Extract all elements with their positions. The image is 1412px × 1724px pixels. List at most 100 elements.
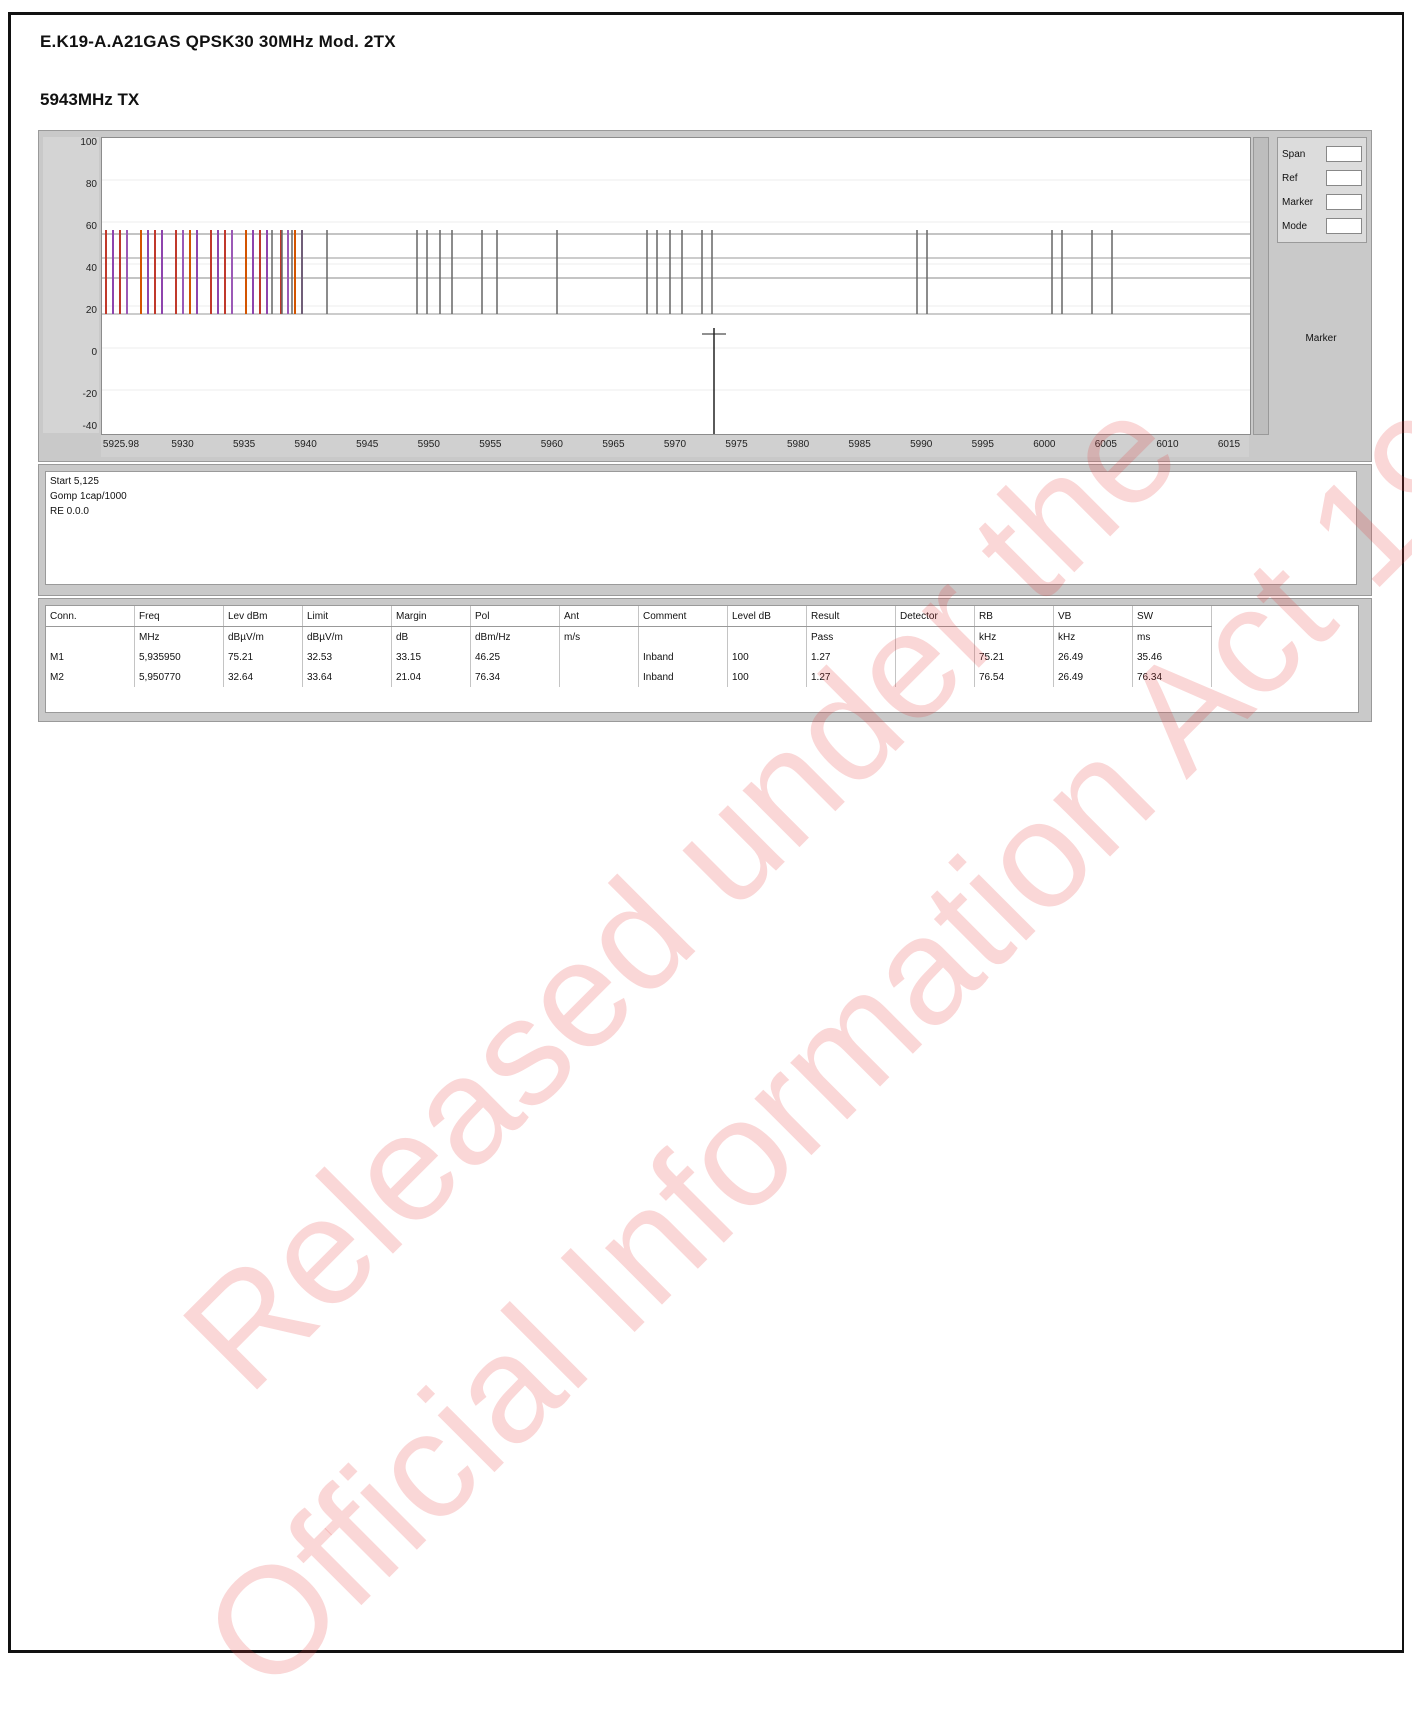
table-cell: 26.49 [1053, 667, 1133, 687]
info-panel: Start 5,125 Gomp 1cap/1000 RE 0.0.0 [38, 464, 1372, 596]
control-row: Span [1282, 144, 1362, 164]
table-cell: Inband [638, 667, 728, 687]
table-cell: 75.21 [974, 647, 1054, 667]
x-tick: 6010 [1156, 439, 1179, 450]
table-cell: M2 [46, 667, 135, 687]
control-label: Span [1282, 148, 1306, 160]
y-tick: 80 [85, 179, 97, 190]
y-tick: -20 [82, 389, 97, 400]
x-tick: 5925.98 [102, 439, 140, 450]
measurement-table: Conn. Freq Lev dBm Limit Margin Pol Ant Comment… [46, 606, 1212, 687]
control-label: Mode [1282, 220, 1308, 232]
table-cell: 33.64 [302, 667, 392, 687]
table-cell: 100 [727, 647, 807, 667]
table-cell: 1.27 [806, 647, 896, 667]
spectrum-plot[interactable] [101, 137, 1251, 435]
x-tick: 6000 [1033, 439, 1056, 450]
table-cell: VB [1053, 606, 1133, 627]
table-cell: SW [1132, 606, 1212, 627]
table-cell [895, 626, 975, 647]
table-cell: ms [1132, 626, 1212, 647]
table-cell: MHz [134, 626, 224, 647]
table-cell: 32.53 [302, 647, 392, 667]
info-line: Gomp 1cap/1000 [50, 491, 127, 502]
plot-scrollbar[interactable] [1253, 137, 1269, 435]
info-text-box[interactable]: Start 5,125 Gomp 1cap/1000 RE 0.0.0 [45, 471, 1357, 585]
table-cell: dBµV/m [223, 626, 303, 647]
x-tick: 5975 [725, 439, 748, 450]
y-tick: -40 [82, 421, 97, 432]
x-tick: 5995 [971, 439, 994, 450]
table-row: M1 5,935950 75.21 32.53 33.15 46.25 Inband 100 1… [46, 647, 1212, 667]
x-tick: 5940 [294, 439, 317, 450]
table-cell: Freq [134, 606, 224, 627]
control-field[interactable] [1326, 218, 1362, 234]
table-cell: Detector [895, 606, 975, 627]
x-tick: 6005 [1094, 439, 1117, 450]
table-cell: 35.46 [1132, 647, 1212, 667]
control-field[interactable] [1326, 170, 1362, 186]
table-cell: kHz [1053, 626, 1133, 647]
table-cell: 75.21 [223, 647, 303, 667]
table-cell: 76.54 [974, 667, 1054, 687]
x-tick: 5930 [171, 439, 194, 450]
table-cell [895, 667, 975, 687]
table-cell: Margin [391, 606, 471, 627]
control-row: Marker [1282, 192, 1362, 212]
table-cell: Ant [559, 606, 639, 627]
table-cell: 76.34 [470, 667, 560, 687]
x-tick: 5985 [848, 439, 871, 450]
table-cell [727, 626, 807, 647]
table-cell: Limit [302, 606, 392, 627]
table-units-row: MHz dBµV/m dBµV/m dB dBm/Hz m/s Pass kHz kHz ms [46, 626, 1212, 647]
table-cell: Pass [806, 626, 896, 647]
table-cell: Comment [638, 606, 728, 627]
table-cell: 21.04 [391, 667, 471, 687]
spectrum-window: 100 80 60 40 20 0 -20 -40 5925.98 5930 593… [38, 130, 1372, 462]
control-label: Marker [1282, 196, 1314, 208]
y-tick: 0 [91, 347, 97, 358]
x-tick: 5980 [786, 439, 810, 450]
table-cell: Level dB [727, 606, 807, 627]
table-cell: 46.25 [470, 647, 560, 667]
control-row: Ref [1282, 168, 1362, 188]
table-cell: dB [391, 626, 471, 647]
table-cell: 5,950770 [134, 667, 224, 687]
x-tick: 5965 [602, 439, 625, 450]
table-cell: M1 [46, 647, 135, 667]
control-field[interactable] [1326, 194, 1362, 210]
table-cell [559, 667, 639, 687]
table-cell [638, 626, 728, 647]
table-cell: 76.34 [1132, 667, 1212, 687]
y-tick: 40 [85, 263, 97, 274]
table-cell: dBµV/m [302, 626, 392, 647]
measurement-table-container: Conn. Freq Lev dBm Limit Margin Pol Ant Comment… [45, 605, 1359, 713]
table-cell [895, 647, 975, 667]
table-cell: 26.49 [1053, 647, 1133, 667]
control-field[interactable] [1326, 146, 1362, 162]
table-cell: dBm/Hz [470, 626, 560, 647]
y-tick: 100 [80, 137, 97, 148]
x-tick: 5950 [417, 439, 440, 450]
x-tick: 5945 [356, 439, 379, 450]
x-tick: 5955 [479, 439, 502, 450]
table-cell: 32.64 [223, 667, 303, 687]
report-subtitle: 5943MHz TX [40, 90, 140, 109]
x-tick: 5935 [232, 439, 256, 450]
x-tick: 5990 [910, 439, 933, 450]
spectrum-trace-canvas [102, 179, 1250, 434]
table-cell: Pol [470, 606, 560, 627]
side-control-panel: Span Ref Marker Mode [1277, 137, 1367, 243]
table-cell: 1.27 [806, 667, 896, 687]
control-label: Ref [1282, 172, 1298, 184]
table-row: M2 5,950770 32.64 33.64 21.04 76.34 Inband 100 1… [46, 667, 1212, 687]
table-cell: 33.15 [391, 647, 471, 667]
table-cell [559, 647, 639, 667]
x-tick: 5960 [540, 439, 563, 450]
table-cell: Conn. [46, 606, 135, 627]
table-cell: kHz [974, 626, 1054, 647]
table-cell [46, 626, 135, 647]
y-axis: 100 80 60 40 20 0 -20 -40 [43, 137, 99, 433]
table-cell: Lev dBm [223, 606, 303, 627]
report-title: E.K19-A.A21GAS QPSK30 30MHz Mod. 2TX [40, 32, 396, 51]
